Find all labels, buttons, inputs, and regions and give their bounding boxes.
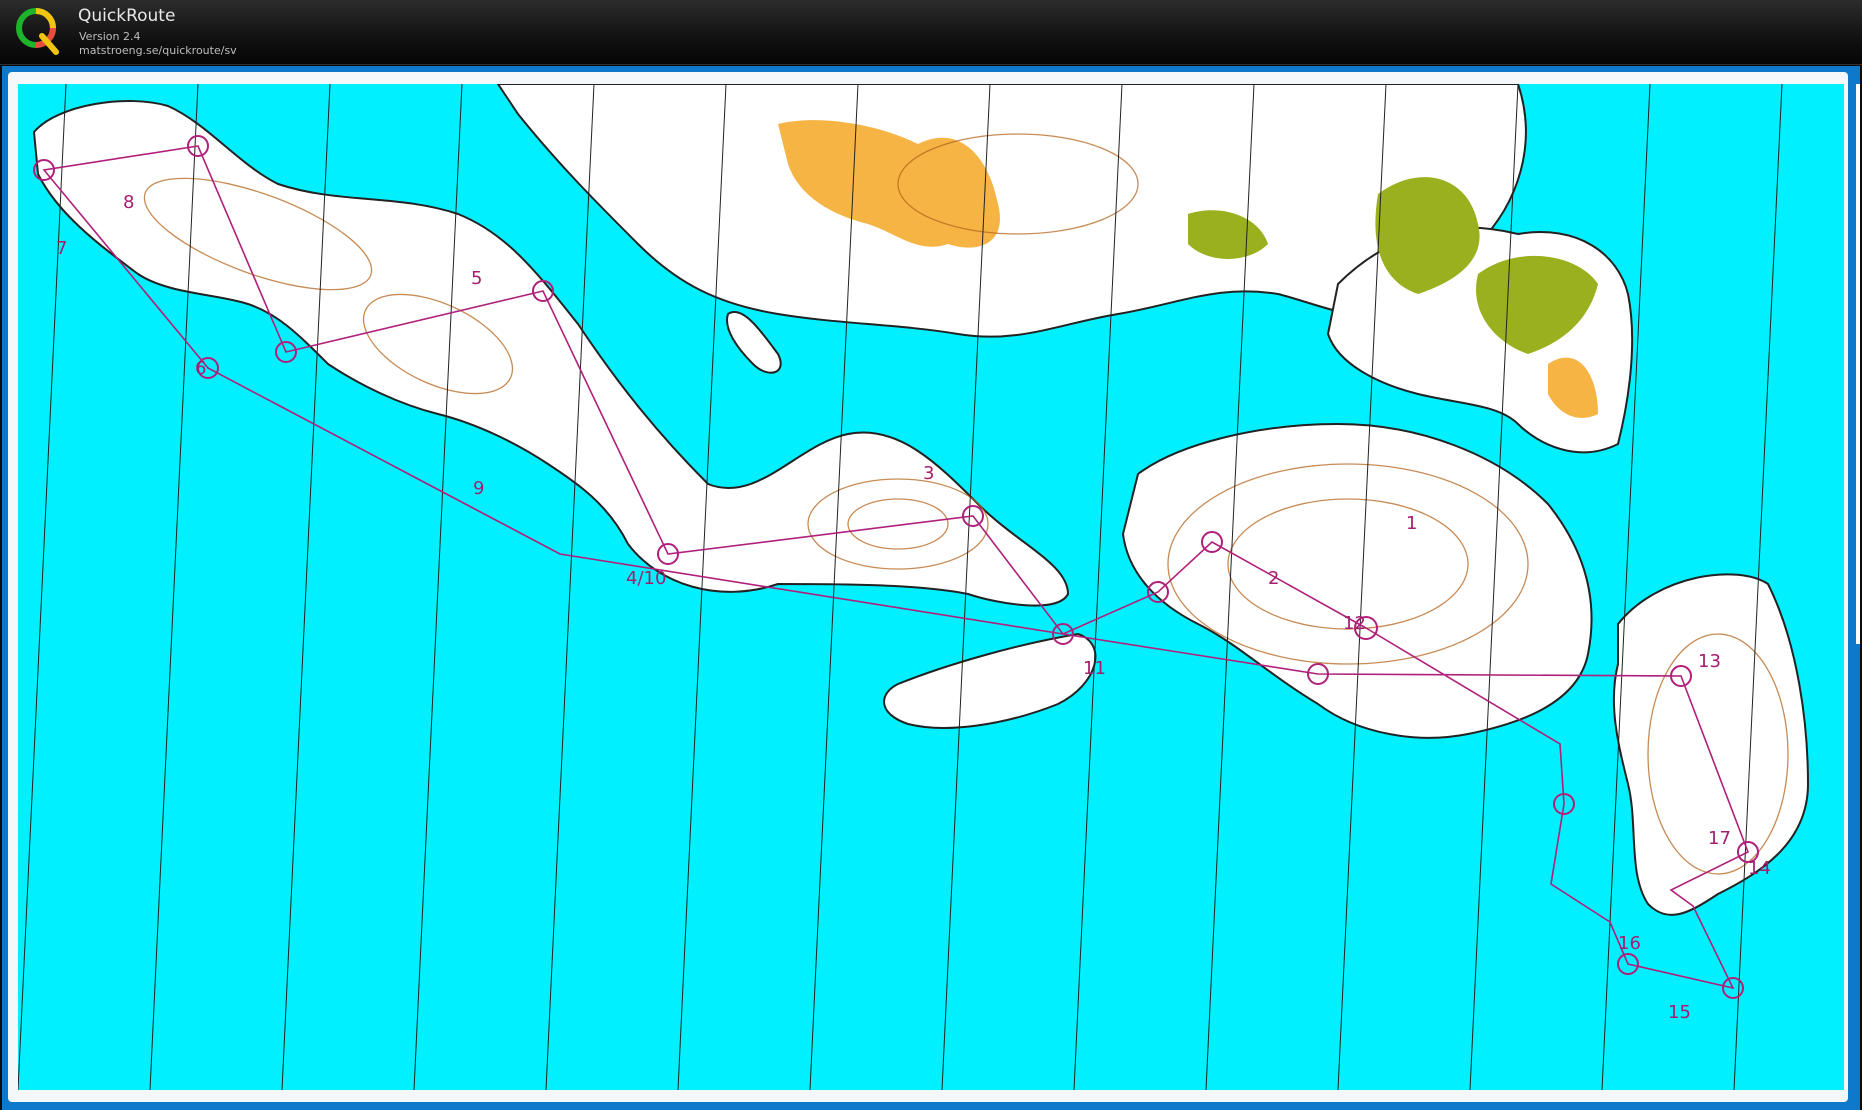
- control-label-9: 9: [473, 478, 484, 499]
- control-label-8: 8: [123, 192, 134, 213]
- control-label-14: 14: [1748, 858, 1771, 879]
- control-label-7: 7: [56, 238, 67, 259]
- control-label-15: 15: [1668, 1002, 1691, 1023]
- control-label-17: 17: [1708, 828, 1731, 849]
- control-label-12: 12: [1343, 613, 1366, 634]
- control-label-6: 6: [195, 358, 206, 379]
- app-version: Version 2.4: [79, 30, 141, 43]
- vertical-scrollbar[interactable]: [1856, 84, 1860, 644]
- island-east: [1612, 573, 1810, 916]
- islet-south: [883, 632, 1097, 729]
- app-url[interactable]: matstroeng.se/quickroute/sv: [79, 44, 237, 57]
- control-label-3: 3: [923, 463, 934, 484]
- control-label-13: 13: [1698, 651, 1721, 672]
- control-label-2: 2: [1268, 568, 1279, 589]
- app-title: QuickRoute: [78, 6, 176, 26]
- orienteering-map[interactable]: 1 2 3 4/10 5 6 7 8 9 11 12 13 14 15 16 1…: [18, 84, 1844, 1090]
- control-label-4-10: 4/10: [626, 568, 666, 589]
- quickroute-logo-icon: [16, 8, 59, 55]
- islet-small: [726, 311, 782, 374]
- control-label-11: 11: [1083, 658, 1106, 679]
- map-canvas[interactable]: 1 2 3 4/10 5 6 7 8 9 11 12 13 14 15 16 1…: [18, 84, 1844, 1090]
- control-label-5: 5: [471, 268, 482, 289]
- title-bar: QuickRoute Version 2.4 matstroeng.se/qui…: [0, 0, 1862, 65]
- control-label-1: 1: [1406, 513, 1417, 534]
- control-label-16: 16: [1618, 933, 1641, 954]
